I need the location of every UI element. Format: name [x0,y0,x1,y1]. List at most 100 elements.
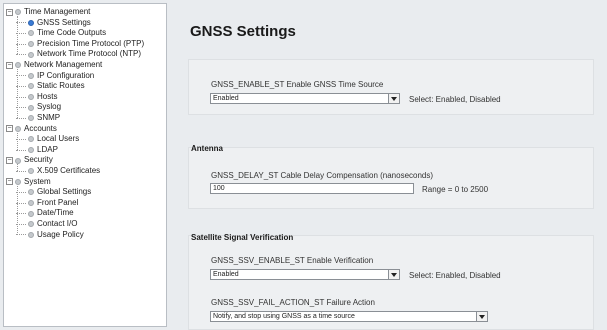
node-icon [28,231,34,238]
tree-item-snmp[interactable]: SNMP [16,113,60,124]
tree-label: Contact I/O [37,219,78,228]
ssv-section: Satellite Signal Verification GNSS_SSV_E… [188,233,594,330]
page-title: GNSS Settings [190,23,296,40]
tree-label: System [24,176,51,186]
node-icon [28,94,34,101]
collapse-icon[interactable]: − [6,125,13,133]
tree-label: GNSS Settings [37,17,91,27]
ssv-fail-action-select[interactable]: Notify, and stop using GNSS as a time so… [210,311,488,322]
tree-label: SNMP [37,113,61,122]
ssv-enable-hint: Select: Enabled, Disabled [409,271,501,280]
tree-label: Accounts [24,123,57,133]
node-icon [28,51,34,58]
node-icon [15,178,21,185]
ssv-fail-action-label: GNSS_SSV_FAIL_ACTION_ST Failure Action [211,298,375,307]
tree-folder-accounts[interactable]: − Accounts [6,124,57,135]
tree-item-date-time[interactable]: Date/Time [16,208,74,219]
tree-folder-network-management[interactable]: − Network Management [6,60,102,71]
tree-label: Front Panel [37,197,79,207]
tree-label: Precision Time Protocol (PTP) [37,38,145,48]
tree-item-local-users[interactable]: Local Users [16,134,79,145]
tree-guide-line [17,132,18,150]
node-icon [28,189,34,196]
node-icon [15,62,21,69]
node-icon [28,221,34,228]
tree-guide-line [17,164,18,171]
tree-guide-line [17,69,18,118]
ssv-fail-action-value: Notify, and stop using GNSS as a time so… [213,313,355,320]
cable-delay-input[interactable] [210,183,414,194]
tree-item-ip-configuration[interactable]: IP Configuration [16,71,94,82]
node-icon [28,136,34,143]
tree-label: Time Code Outputs [37,28,107,38]
tree-label: Static Routes [37,81,85,91]
node-icon [15,157,21,164]
chevron-down-icon[interactable] [388,270,399,279]
tree-label: Global Settings [37,187,92,197]
tree-label: Network Time Protocol (NTP) [37,49,142,59]
tree-item-static-routes[interactable]: Static Routes [16,81,85,92]
tree-label: Hosts [37,91,58,101]
node-icon [15,9,21,16]
tree-item-x-509-certificates[interactable]: X.509 Certificates [16,166,100,177]
tree-folder-system[interactable]: − System [6,177,51,188]
tree-label: Security [24,155,53,165]
ssv-enable-label: GNSS_SSV_ENABLE_ST Enable Verification [211,256,374,265]
tree-item-hosts[interactable]: Hosts [16,92,57,103]
chevron-down-icon[interactable] [476,312,487,321]
node-icon [28,104,34,111]
tree-label: Network Management [24,60,103,69]
tree-item-front-panel[interactable]: Front Panel [16,198,78,209]
ssv-enable-select[interactable]: Enabled [210,269,400,280]
antenna-section-title: Antenna [191,144,223,153]
tree-item-syslog[interactable]: Syslog [16,102,61,113]
tree-item-network-time-protocol-ntp[interactable]: Network Time Protocol (NTP) [16,49,141,60]
gnss-enable-select[interactable]: Enabled [210,93,400,104]
tree-label: Usage Policy [37,229,84,239]
collapse-icon[interactable]: − [6,61,13,69]
collapse-icon[interactable]: − [6,157,13,165]
navigation-tree: − Time Management GNSS Settings Time Code O… [3,3,167,327]
node-icon [28,30,34,37]
node-icon [15,125,21,132]
tree-label: Syslog [37,102,62,112]
node-icon [28,200,34,207]
tree-guide-line [17,185,18,235]
tree-label: IP Configuration [37,70,95,80]
active-node-icon [28,19,34,26]
antenna-section: Antenna GNSS_DELAY_ST Cable Delay Compen… [188,144,594,209]
node-icon [28,147,34,154]
tree-item-ldap[interactable]: LDAP [16,145,58,156]
gnss-enable-label: GNSS_ENABLE_ST Enable GNSS Time Source [211,80,384,89]
node-icon [28,72,34,79]
tree-guide-line [17,16,18,55]
tree-item-usage-policy[interactable]: Usage Policy [16,230,84,241]
node-icon [28,168,34,175]
node-icon [28,83,34,90]
tree-item-time-code-outputs[interactable]: Time Code Outputs [16,28,106,39]
tree-label: Local Users [37,134,80,144]
tree-item-global-settings[interactable]: Global Settings [16,187,91,198]
collapse-icon[interactable]: − [6,8,13,16]
node-icon [28,115,34,122]
cable-delay-hint: Range = 0 to 2500 [422,185,489,194]
tree-item-gnss-settings[interactable]: GNSS Settings [16,18,91,29]
ssv-section-title: Satellite Signal Verification [191,233,294,242]
tree-label: Time Management [24,7,91,16]
collapse-icon[interactable]: − [6,178,13,186]
gnss-enable-hint: Select: Enabled, Disabled [409,95,501,104]
gnss-enable-section: GNSS_ENABLE_ST Enable GNSS Time Source E… [188,59,594,115]
ssv-enable-value: Enabled [213,271,239,278]
chevron-down-icon[interactable] [388,94,399,103]
node-icon [28,41,34,48]
gnss-enable-value: Enabled [213,95,239,102]
cable-delay-label: GNSS_DELAY_ST Cable Delay Compensation (… [211,171,434,180]
tree-label: X.509 Certificates [37,166,101,175]
tree-folder-security[interactable]: − Security [6,155,53,166]
tree-item-precision-time-protocol-ptp[interactable]: Precision Time Protocol (PTP) [16,39,144,50]
node-icon [28,210,34,217]
tree-item-contact-i-o[interactable]: Contact I/O [16,219,77,230]
tree-folder-time-management[interactable]: − Time Management [6,7,90,18]
tree-label: Date/Time [37,208,74,218]
main-content: GNSS Settings GNSS_ENABLE_ST Enable GNSS… [172,3,604,330]
